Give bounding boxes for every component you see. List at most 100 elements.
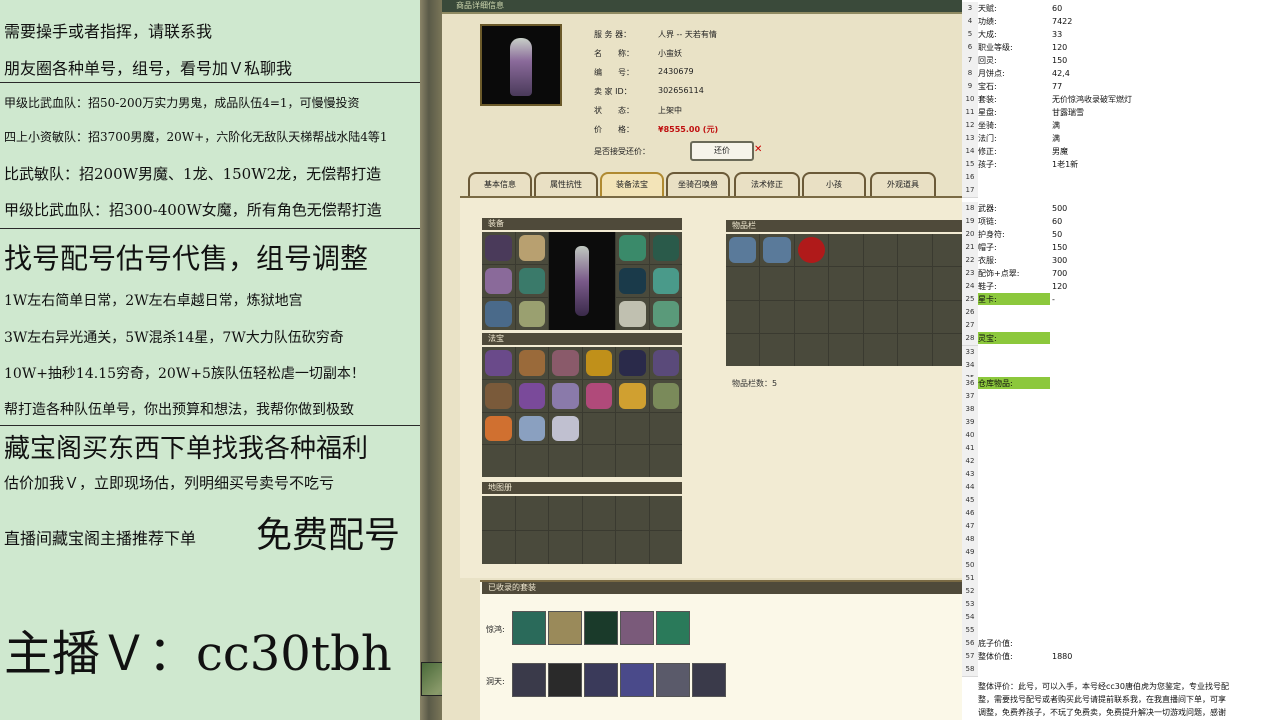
row-header[interactable]: 12	[962, 119, 978, 133]
sheet-value[interactable]: 7422	[1052, 15, 1072, 28]
sheet-key[interactable]: 护身符:	[978, 228, 1005, 241]
sheet-key[interactable]: 底子价值:	[978, 637, 1013, 650]
sheet-value[interactable]: 42,4	[1052, 67, 1070, 80]
inventory-slot[interactable]	[898, 333, 932, 366]
talisman-slot[interactable]	[515, 347, 548, 379]
inventory-slot[interactable]	[726, 300, 760, 333]
sheet-key[interactable]: 孩子:	[978, 158, 997, 171]
set-item[interactable]	[656, 611, 690, 645]
sheet-key[interactable]: 鞋子:	[978, 280, 997, 293]
row-header[interactable]: 19	[962, 215, 978, 229]
row-header[interactable]: 48	[962, 533, 978, 547]
inventory-slot[interactable]	[932, 234, 962, 267]
row-header[interactable]: 51	[962, 572, 978, 586]
sheet-key[interactable]: 宝石:	[978, 80, 997, 93]
sheet-key[interactable]: 衣服:	[978, 254, 997, 267]
row-header[interactable]: 13	[962, 132, 978, 146]
talisman-slot[interactable]	[582, 347, 615, 379]
inventory-slot[interactable]	[932, 267, 962, 300]
sheet-key[interactable]: 帽子:	[978, 241, 997, 254]
row-header[interactable]: 25	[962, 293, 978, 307]
row-header[interactable]: 58	[962, 663, 978, 677]
sheet-value[interactable]: 150	[1052, 54, 1067, 67]
inventory-slot[interactable]	[760, 300, 794, 333]
row-header[interactable]: 16	[962, 171, 978, 185]
inventory-slot[interactable]	[829, 300, 863, 333]
inventory-slot[interactable]	[760, 267, 794, 300]
sheet-value[interactable]: 33	[1052, 28, 1062, 41]
sheet-key[interactable]: 大成:	[978, 28, 997, 41]
set-item[interactable]	[620, 611, 654, 645]
set-item[interactable]	[584, 663, 618, 697]
sheet-key[interactable]: 法门:	[978, 132, 997, 145]
equip-slot[interactable]	[482, 265, 515, 297]
set-item[interactable]	[512, 663, 546, 697]
equip-slot[interactable]	[616, 298, 649, 330]
map-slot[interactable]	[515, 530, 548, 564]
equip-slot[interactable]	[649, 265, 682, 297]
tab-spell-correction[interactable]: 法术修正	[734, 172, 800, 196]
map-slot[interactable]	[515, 496, 548, 530]
sheet-key[interactable]: 星卡:	[978, 293, 997, 306]
talisman-slot[interactable]	[649, 379, 682, 412]
inventory-slot[interactable]	[898, 267, 932, 300]
map-slot[interactable]	[549, 530, 582, 564]
equip-slot[interactable]	[515, 298, 548, 330]
row-header[interactable]: 26	[962, 306, 978, 320]
inventory-slot[interactable]	[863, 267, 898, 300]
row-header[interactable]: 39	[962, 416, 978, 430]
map-slot[interactable]	[616, 496, 649, 530]
row-header[interactable]: 3	[962, 2, 978, 16]
map-slot[interactable]	[482, 496, 515, 530]
sheet-key[interactable]: 坐骑:	[978, 119, 997, 132]
inventory-slot[interactable]	[794, 267, 829, 300]
row-header[interactable]: 34	[962, 359, 978, 373]
set-item[interactable]	[548, 663, 582, 697]
equip-slot[interactable]	[649, 232, 682, 264]
talisman-slot[interactable]	[582, 445, 615, 477]
sheet-key[interactable]: 项链:	[978, 215, 997, 228]
row-header[interactable]: 55	[962, 624, 978, 638]
row-header[interactable]: 14	[962, 145, 978, 159]
map-slot[interactable]	[549, 496, 582, 530]
inventory-slot[interactable]	[794, 300, 829, 333]
talisman-slot[interactable]	[616, 445, 649, 477]
row-header[interactable]: 5	[962, 28, 978, 42]
inventory-slot[interactable]	[829, 234, 863, 267]
equip-slot[interactable]	[649, 298, 682, 330]
tab-attributes[interactable]: 属性抗性	[534, 172, 598, 196]
set-item[interactable]	[548, 611, 582, 645]
talisman-slot[interactable]	[649, 347, 682, 379]
row-header[interactable]: 53	[962, 598, 978, 612]
equip-slot[interactable]	[515, 265, 548, 297]
inventory-slot[interactable]	[760, 333, 794, 366]
row-header[interactable]: 6	[962, 41, 978, 55]
row-header[interactable]: 46	[962, 507, 978, 521]
inventory-slot[interactable]	[760, 234, 794, 267]
row-header[interactable]: 17	[962, 184, 978, 198]
row-header[interactable]: 50	[962, 559, 978, 573]
sheet-key[interactable]: 功绩:	[978, 15, 997, 28]
tab-basic-info[interactable]: 基本信息	[468, 172, 532, 196]
inventory-slot[interactable]	[829, 333, 863, 366]
row-header[interactable]: 7	[962, 54, 978, 68]
sheet-key[interactable]: 职业等级:	[978, 41, 1013, 54]
equip-slot[interactable]	[616, 265, 649, 297]
inventory-slot[interactable]	[726, 333, 760, 366]
sheet-key[interactable]: 仓库物品:	[978, 377, 1013, 390]
talisman-slot[interactable]	[482, 379, 515, 412]
sheet-key[interactable]: 灵宝:	[978, 332, 997, 345]
map-slot[interactable]	[616, 530, 649, 564]
sheet-value[interactable]: 满	[1052, 132, 1060, 145]
row-header[interactable]: 4	[962, 15, 978, 29]
tab-appearance[interactable]: 外观道具	[870, 172, 936, 196]
tab-equipment[interactable]: 装备法宝	[600, 172, 664, 196]
sheet-value[interactable]: 120	[1052, 280, 1067, 293]
equip-slot[interactable]	[515, 232, 548, 264]
talisman-slot[interactable]	[482, 412, 515, 445]
sheet-value[interactable]: 60	[1052, 2, 1062, 15]
sheet-value[interactable]: 700	[1052, 267, 1067, 280]
talisman-slot[interactable]	[515, 445, 548, 477]
sheet-value[interactable]: 150	[1052, 241, 1067, 254]
row-header[interactable]: 22	[962, 254, 978, 268]
